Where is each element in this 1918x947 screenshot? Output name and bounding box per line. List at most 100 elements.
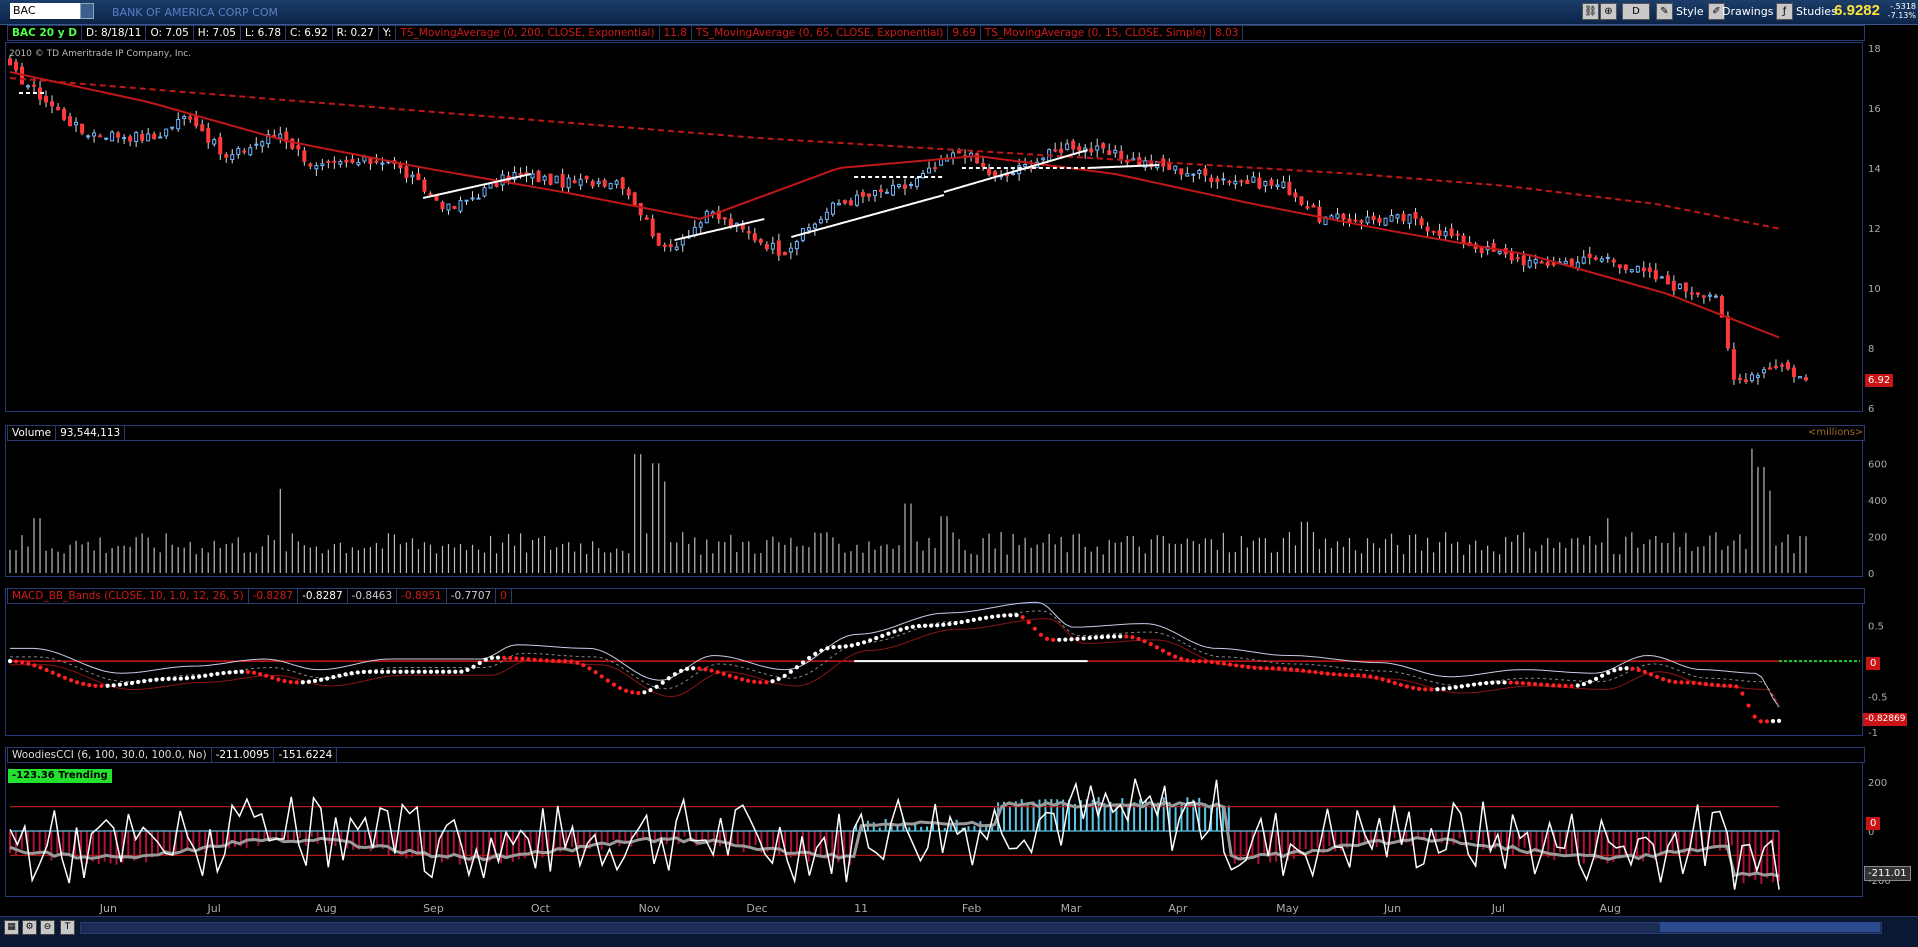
price-candle <box>128 136 133 142</box>
zoom-out-icon[interactable]: ⊖ <box>40 920 55 935</box>
grid-icon[interactable]: ▦ <box>4 920 19 935</box>
price-candle <box>1539 261 1544 264</box>
x-axis-label: 11 <box>854 902 868 915</box>
price-candle <box>987 168 992 175</box>
macd-dot <box>605 678 610 683</box>
macd-dot <box>459 669 464 674</box>
horizontal-scrollbar[interactable] <box>80 922 1882 934</box>
macd-dot <box>685 666 690 671</box>
macd-dot <box>14 659 19 664</box>
macd-dot <box>1398 682 1403 687</box>
macd-dot <box>624 688 629 693</box>
price-candle <box>1119 151 1124 160</box>
price-candle <box>1785 362 1790 370</box>
scrollbar-thumb[interactable] <box>1660 922 1880 932</box>
chart-canvas[interactable]: 6810121416180200400600-1-0.500.5-2000200… <box>0 0 1918 946</box>
cci-zero-label: 0 <box>1866 817 1881 830</box>
macd-dot <box>666 676 671 681</box>
price-candle <box>98 135 103 138</box>
macd-dot <box>1654 674 1660 679</box>
macd-dot <box>1349 673 1355 678</box>
macd-dot <box>922 623 928 628</box>
macd-dot <box>721 671 726 676</box>
macd-dot <box>1075 636 1080 641</box>
price-candle <box>470 197 475 200</box>
price-candle <box>824 211 829 220</box>
price-candle <box>1191 173 1196 176</box>
price-candle <box>338 161 343 165</box>
price-candle <box>182 116 187 119</box>
macd-dot <box>1160 648 1166 653</box>
price-candle <box>1317 206 1322 223</box>
macd-dot <box>1563 683 1568 688</box>
macd-dot <box>136 679 141 685</box>
macd-dot <box>1368 674 1373 679</box>
macd-dot <box>1722 683 1727 688</box>
price-candle <box>356 162 361 166</box>
macd-dot <box>111 683 116 688</box>
price-candle <box>1659 276 1664 279</box>
price-candle <box>830 202 835 215</box>
ma65-line <box>9 71 1780 339</box>
price-candle <box>1605 256 1610 259</box>
x-axis-label: Mar <box>1061 902 1082 915</box>
macd-dot <box>386 669 391 674</box>
macd-dot <box>1618 666 1623 671</box>
price-candle <box>1689 292 1694 295</box>
price-candle <box>1653 269 1658 280</box>
macd-dot <box>983 615 989 620</box>
macd-dot <box>1008 613 1013 618</box>
macd-dot <box>1203 659 1208 664</box>
macd-dot <box>1374 675 1379 680</box>
last-price-label: 6.92 <box>1865 374 1894 387</box>
macd-dot <box>1313 670 1318 675</box>
macd-dot <box>630 690 635 695</box>
macd-dot <box>868 638 873 643</box>
price-tick-label: 16 <box>1868 104 1881 115</box>
macd-dot <box>947 621 952 627</box>
macd-dot <box>1234 663 1239 668</box>
macd-dot <box>1404 684 1410 689</box>
macd-dot <box>1038 632 1044 637</box>
macd-dot <box>825 646 830 651</box>
macd-dot <box>258 671 263 677</box>
price-candle <box>350 159 355 163</box>
price-candle <box>860 191 865 197</box>
macd-dot <box>1734 684 1739 689</box>
price-candle <box>818 218 823 224</box>
macd-dot <box>337 673 342 678</box>
macd-dot <box>1356 673 1361 678</box>
macd-dot <box>514 656 519 661</box>
price-candle <box>308 163 313 167</box>
price-candle <box>1761 369 1766 374</box>
macd-dot <box>190 675 196 680</box>
macd-dot <box>1209 659 1214 665</box>
price-candle <box>662 244 667 247</box>
price-candle <box>464 199 469 202</box>
macd-dot <box>874 636 879 641</box>
macd-dot <box>678 668 684 673</box>
macd-dot <box>331 674 336 680</box>
price-candle <box>560 173 565 188</box>
macd-dot <box>770 679 775 684</box>
text-icon[interactable]: T <box>60 920 75 935</box>
settings-icon[interactable]: ⚙ <box>22 920 37 935</box>
price-candle <box>434 195 439 201</box>
macd-dot <box>691 666 696 671</box>
macd-dot <box>1581 681 1586 687</box>
macd-dot <box>880 633 885 638</box>
macd-dot <box>398 669 403 674</box>
price-tick-label: 18 <box>1868 44 1881 55</box>
macd-dot <box>1490 680 1495 685</box>
macd-dot <box>373 669 379 674</box>
price-candle <box>1455 233 1460 236</box>
price-candle <box>1221 178 1226 181</box>
x-axis-label: Jun <box>99 902 117 915</box>
price-candle <box>854 194 859 206</box>
macd-dot <box>1435 687 1440 692</box>
price-candle <box>254 143 259 146</box>
macd-dot <box>1557 683 1562 688</box>
price-candle <box>224 154 229 158</box>
macd-dot <box>1380 677 1385 682</box>
macd-dot <box>550 658 556 663</box>
